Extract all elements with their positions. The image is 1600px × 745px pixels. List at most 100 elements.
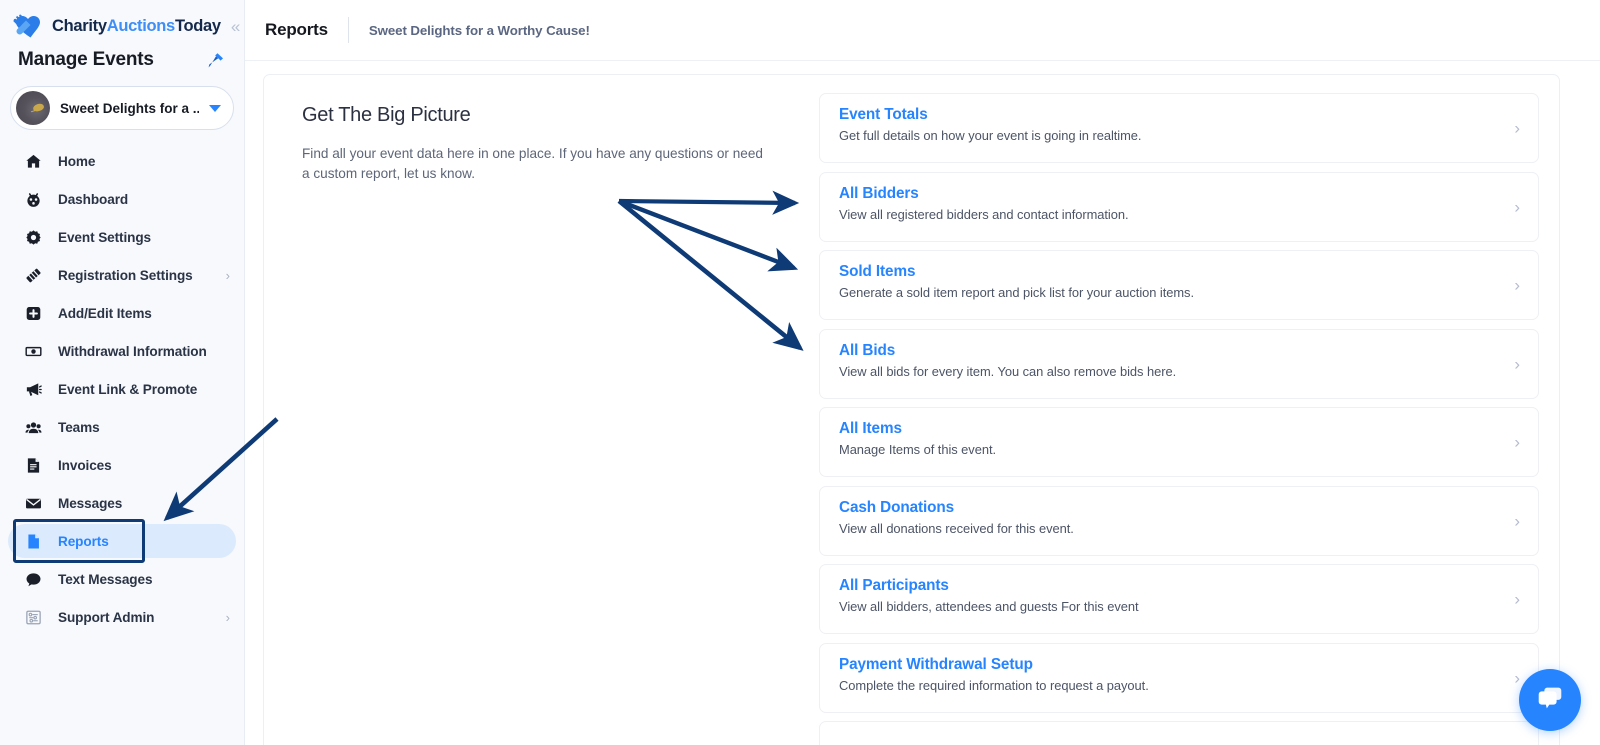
card-title: All Items: [839, 420, 902, 437]
report-card-event-totals[interactable]: Event Totals Get full details on how you…: [819, 93, 1539, 163]
brand-name: CharityAuctionsToday: [52, 17, 221, 36]
sidebar-item-label: Home: [58, 153, 96, 169]
chevron-right-icon: ›: [225, 267, 230, 283]
sidebar-item-label: Teams: [58, 419, 100, 435]
envelope-icon: [22, 495, 44, 512]
page-title: Reports: [265, 20, 328, 39]
sidebar-item-event-link-promote[interactable]: Event Link & Promote: [0, 370, 244, 408]
sidebar-item-support-admin[interactable]: Support Admin ›: [0, 598, 244, 636]
report-card-all-bids[interactable]: All Bids View all bids for every item. Y…: [819, 328, 1539, 399]
sidebar-item-label: Registration Settings: [58, 267, 193, 283]
chevron-right-icon[interactable]: ›: [1514, 434, 1520, 451]
sidebar-item-label: Add/Edit Items: [58, 305, 152, 321]
chat-bubble-icon: [22, 571, 44, 588]
panel-description: Find all your event data here in one pla…: [302, 146, 763, 182]
card-title: Payment Withdrawal Setup: [839, 655, 1033, 673]
main-content: Reports Sweet Delights for a Worthy Caus…: [245, 0, 1600, 745]
sidebar-item-event-settings[interactable]: Event Settings: [0, 218, 244, 256]
sidebar-item-teams[interactable]: Teams: [0, 408, 244, 446]
gear-icon: [22, 229, 44, 246]
sidebar-item-reports[interactable]: Reports: [0, 519, 244, 563]
report-card-list: Event Totals Get full details on how you…: [819, 93, 1539, 745]
card-title: Cash Donations: [839, 498, 955, 516]
heart-fork-logo-icon: [12, 13, 46, 39]
card-description: Manage Items of this event.: [839, 442, 997, 458]
sidebar-item-label: Event Link & Promote: [58, 381, 198, 397]
sidebar-item-label: Text Messages: [58, 571, 153, 587]
report-card-cash-donations[interactable]: Cash Donations View all donations receiv…: [819, 485, 1539, 556]
ticket-icon: [22, 267, 44, 284]
chevron-right-icon[interactable]: ›: [1514, 669, 1520, 686]
dashboard-icon: [22, 191, 44, 208]
report-card-all-items[interactable]: All Items Manage Items of this event. ›: [819, 407, 1539, 477]
sidebar-item-label: Withdrawal Information: [58, 343, 207, 359]
event-selector[interactable]: Sweet Delights for a ...: [10, 86, 234, 130]
card-title: Sold Items: [839, 263, 916, 280]
chevron-right-icon[interactable]: ›: [1514, 198, 1520, 215]
card-title: All Bidders: [839, 184, 919, 202]
chat-bubbles-icon: [1534, 682, 1566, 719]
chat-widget-button[interactable]: [1519, 669, 1581, 731]
manage-events-header: Manage Events: [0, 40, 244, 74]
sidebar-item-label: Invoices: [58, 457, 112, 473]
sidebar-item-dashboard[interactable]: Dashboard: [0, 180, 244, 218]
sidebar-item-withdrawal-information[interactable]: Withdrawal Information: [0, 332, 244, 370]
chevron-right-icon[interactable]: ›: [1514, 512, 1520, 529]
report-card-partial-next[interactable]: [819, 721, 1539, 745]
title-divider: [347, 17, 349, 43]
panel-intro: Get The Big Picture Find all your event …: [284, 93, 819, 745]
card-title: Event Totals: [839, 106, 928, 123]
home-icon: [22, 153, 44, 170]
chevron-right-icon[interactable]: ›: [1514, 120, 1520, 137]
plus-square-icon: [22, 305, 44, 322]
sidebar-item-add-edit-items[interactable]: Add/Edit Items: [0, 294, 244, 332]
hammer-icon[interactable]: [206, 50, 226, 70]
content-wrapper: Get The Big Picture Find all your event …: [245, 61, 1600, 745]
document-icon: [22, 533, 44, 550]
reports-panel: Get The Big Picture Find all your event …: [263, 74, 1560, 745]
card-description: Generate a sold item report and pick lis…: [839, 285, 1194, 301]
panel-title: Get The Big Picture: [302, 104, 471, 126]
caret-down-icon[interactable]: [209, 104, 221, 112]
card-description: View all donations received for this eve…: [839, 520, 1074, 536]
sidebar-item-home[interactable]: Home: [0, 142, 244, 180]
report-card-payment-withdrawal-setup[interactable]: Payment Withdrawal Setup Complete the re…: [819, 642, 1539, 713]
sidebar-item-invoices[interactable]: Invoices: [0, 446, 244, 484]
chevron-right-icon[interactable]: ›: [1514, 355, 1520, 372]
sidebar-item-registration-settings[interactable]: Registration Settings ›: [0, 256, 244, 294]
report-card-all-bidders[interactable]: All Bidders View all registered bidders …: [819, 171, 1539, 242]
card-description: Complete the required information to req…: [839, 677, 1149, 693]
card-title: All Bids: [839, 341, 896, 359]
app-root: CharityAuctionsToday « Manage Events Swe…: [0, 0, 1600, 745]
card-description: View all bidders, attendees and guests F…: [839, 599, 1139, 615]
card-title: All Participants: [839, 577, 949, 594]
banknote-icon: [22, 343, 44, 360]
sidebar-item-label: Event Settings: [58, 229, 152, 245]
sidebar: CharityAuctionsToday « Manage Events Swe…: [0, 0, 245, 745]
header-event-name: Sweet Delights for a Worthy Cause!: [368, 22, 590, 38]
sidebar-nav: Home Dashboard Event Settings Registrati…: [0, 136, 244, 636]
sidebar-item-label: Messages: [58, 495, 123, 511]
sidebar-item-text-messages[interactable]: Text Messages: [0, 560, 244, 598]
card-description: View all registered bidders and contact …: [839, 206, 1129, 222]
people-icon: [22, 419, 44, 436]
brand-name-part3: Today: [174, 16, 221, 35]
brand[interactable]: CharityAuctionsToday «: [0, 0, 244, 40]
sidebar-item-label: Support Admin: [58, 609, 155, 625]
invoice-icon: [22, 457, 44, 474]
manage-events-title: Manage Events: [18, 49, 154, 70]
chevron-right-icon[interactable]: ›: [1514, 591, 1520, 608]
chevron-right-icon[interactable]: ›: [1514, 277, 1520, 294]
brand-name-part2: Auctions: [106, 16, 175, 35]
card-description: View all bids for every item. You can al…: [839, 363, 1177, 379]
card-description: Get full details on how your event is go…: [839, 128, 1142, 144]
megaphone-icon: [22, 381, 44, 398]
sliders-list-icon: [22, 609, 44, 626]
report-card-all-participants[interactable]: All Participants View all bidders, atten…: [819, 564, 1539, 634]
collapse-sidebar-icon[interactable]: «: [231, 18, 240, 35]
event-avatar: [16, 91, 50, 125]
sidebar-item-messages[interactable]: Messages: [0, 484, 244, 522]
report-card-sold-items[interactable]: Sold Items Generate a sold item report a…: [819, 250, 1539, 320]
event-selector-name: Sweet Delights for a ...: [60, 100, 199, 116]
sidebar-item-label: Dashboard: [58, 191, 129, 207]
